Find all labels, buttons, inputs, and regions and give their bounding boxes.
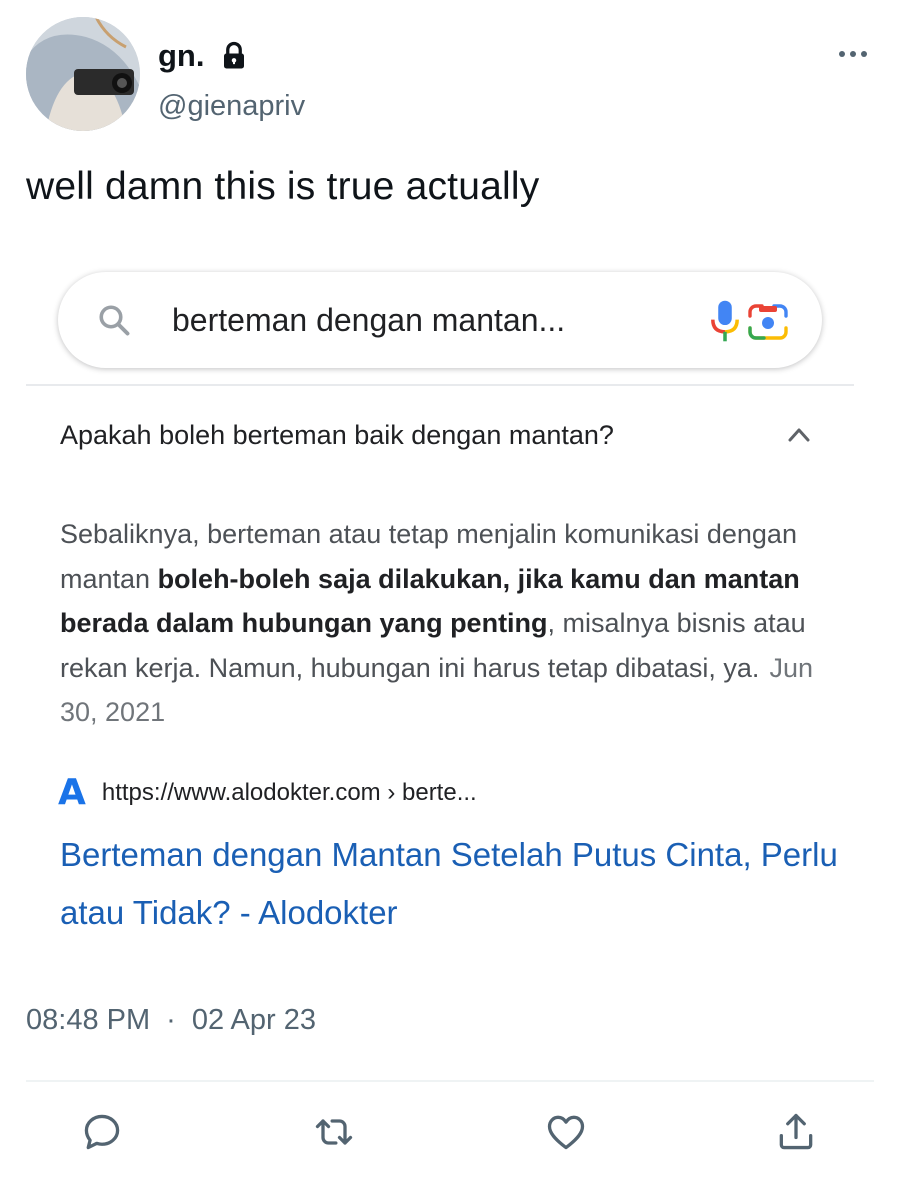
heart-icon — [547, 1115, 585, 1150]
source-row: A https://www.alodokter.com › berte... — [58, 772, 477, 813]
source-url: https://www.alodokter.com › berte... — [101, 778, 477, 806]
display-name[interactable]: gn. — [158, 38, 205, 74]
faq-question: Apakah boleh berteman baik dengan mantan… — [60, 420, 614, 450]
reply-icon — [84, 1114, 120, 1150]
retweet-button[interactable] — [312, 1110, 356, 1154]
avatar[interactable] — [26, 17, 140, 131]
more-icon[interactable] — [836, 44, 870, 64]
timestamp-separator: · — [166, 1004, 176, 1036]
timestamp: 08:48 PM · 02 Apr 23 — [26, 1004, 316, 1037]
user-handle[interactable]: @gienapriv — [158, 90, 305, 123]
tweet-date[interactable]: 02 Apr 23 — [192, 1004, 316, 1037]
embedded-search-bar[interactable]: berteman dengan mantan... — [58, 272, 822, 368]
tweet-detail: gn. @gienapriv well damn this is true ac… — [0, 0, 900, 1200]
camera-lens-icon — [748, 304, 788, 340]
faq-answer: Sebaliknya, berteman atau tetap menjalin… — [60, 512, 830, 735]
reply-button[interactable] — [80, 1110, 124, 1154]
avatar-photo — [26, 17, 140, 131]
tweet-time[interactable]: 08:48 PM — [26, 1004, 150, 1037]
like-button[interactable] — [544, 1110, 588, 1154]
retweet-icon — [315, 1119, 353, 1145]
search-query: berteman dengan mantan... — [172, 302, 566, 338]
mic-icon — [711, 300, 739, 342]
lock-icon — [223, 41, 244, 69]
share-button[interactable] — [774, 1110, 818, 1154]
display-name-row: gn. — [158, 38, 249, 74]
divider — [26, 384, 854, 386]
search-icon — [99, 305, 130, 336]
divider — [26, 1080, 874, 1082]
alodokter-logo-icon: A — [58, 772, 86, 813]
tweet-text: well damn this is true actually — [26, 165, 540, 208]
result-title-link: Berteman dengan Mantan Setelah Putus Cin… — [60, 836, 838, 931]
share-icon — [779, 1113, 813, 1150]
chevron-up-icon — [788, 428, 810, 442]
